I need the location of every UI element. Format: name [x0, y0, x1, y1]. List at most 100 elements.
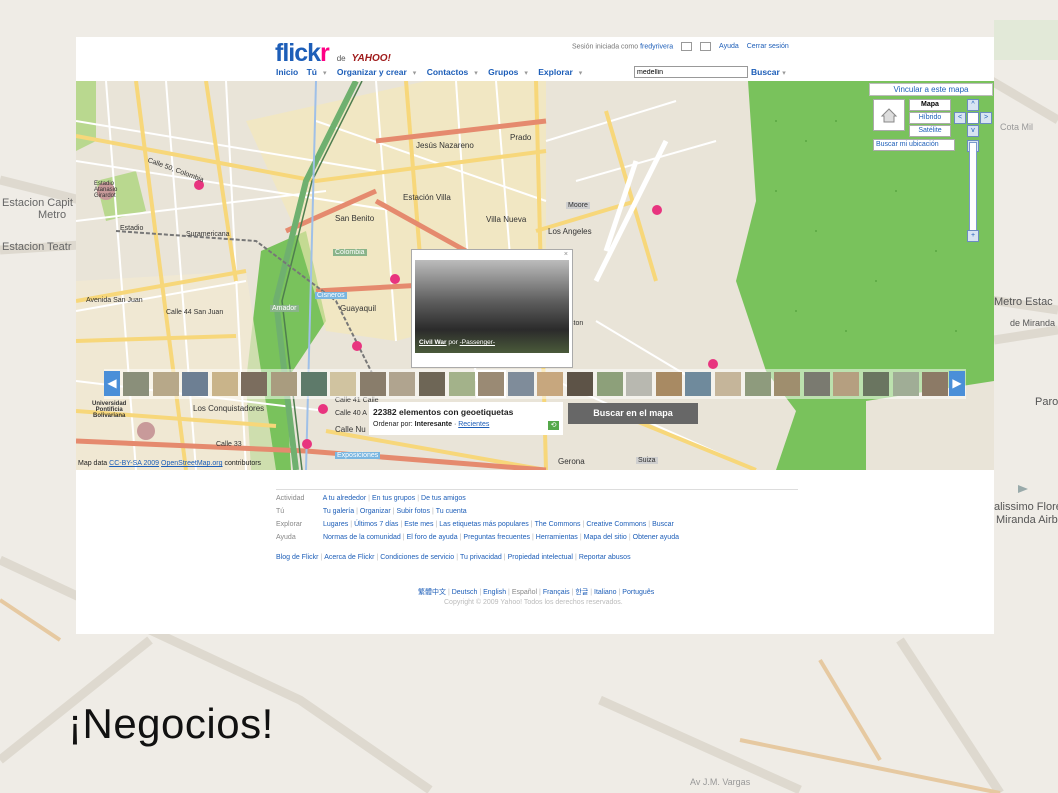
recent-link[interactable]: Recientes — [458, 421, 489, 428]
footer-link[interactable]: Buscar — [652, 521, 674, 528]
filmstrip-thumb[interactable] — [863, 372, 889, 396]
flickr-logo[interactable]: flickr de YAHOO! — [275, 39, 391, 68]
close-icon[interactable]: × — [564, 251, 568, 258]
filmstrip-thumb[interactable] — [744, 372, 771, 396]
footer-link[interactable]: Tu privacidad — [460, 554, 502, 561]
nav-organizar[interactable]: Organizar y crear — [337, 67, 407, 77]
filmstrip-thumb[interactable] — [685, 372, 712, 396]
language-link[interactable]: English — [483, 589, 506, 596]
filmstrip-prev-icon[interactable]: ◀ — [104, 371, 120, 396]
nav-tu[interactable]: Tú — [307, 67, 317, 77]
zoom-in-icon[interactable]: + — [967, 230, 979, 242]
zoom-slider[interactable] — [969, 142, 977, 239]
language-link[interactable]: Français — [543, 589, 570, 596]
chevron-down-icon[interactable]: ▾ — [474, 70, 478, 77]
cart-icon[interactable] — [681, 42, 693, 51]
footer-link[interactable]: Lugares — [323, 521, 348, 528]
footer-link[interactable]: Organizar — [360, 508, 391, 515]
filmstrip-thumb[interactable] — [892, 372, 919, 396]
filmstrip-thumb[interactable] — [300, 372, 327, 396]
filmstrip-thumb[interactable] — [715, 372, 741, 396]
footer-link[interactable]: Este mes — [404, 521, 433, 528]
filmstrip-thumb[interactable] — [922, 372, 949, 396]
refresh-icon[interactable]: ⟲ — [548, 421, 559, 430]
filmstrip-thumb[interactable] — [419, 372, 445, 396]
footer-link[interactable]: Mapa del sitio — [584, 534, 627, 541]
filmstrip-thumb[interactable] — [774, 372, 801, 396]
maptype-satellite[interactable]: Satélite — [909, 125, 951, 137]
language-link[interactable]: 한글 — [575, 589, 588, 596]
pan-left-icon[interactable]: < — [954, 112, 966, 124]
map-pin[interactable] — [708, 359, 718, 369]
language-link[interactable]: 繁體中文 — [418, 589, 446, 596]
map-view[interactable]: Prado Jesús Nazareno Estación Villa San … — [76, 81, 994, 470]
footer-link[interactable]: Preguntas frecuentes — [463, 534, 530, 541]
nav-explorar[interactable]: Explorar — [538, 67, 573, 77]
photo-title-link[interactable]: Civil War — [419, 339, 447, 346]
nav-contactos[interactable]: Contactos — [427, 67, 469, 77]
filmstrip-thumb[interactable] — [476, 370, 507, 398]
footer-link[interactable]: Propiedad intelectual — [508, 554, 573, 561]
osm-link[interactable]: OpenStreetMap.org — [161, 460, 222, 467]
filmstrip-thumb[interactable] — [389, 372, 416, 396]
filmstrip-thumb[interactable] — [330, 372, 357, 396]
pan-right-icon[interactable]: > — [980, 112, 992, 124]
help-link[interactable]: Ayuda — [719, 43, 739, 50]
filmstrip-thumb[interactable] — [123, 372, 149, 396]
map-pin[interactable] — [302, 439, 312, 449]
filmstrip-thumb[interactable] — [537, 372, 564, 396]
maptype-hybrid[interactable]: Híbrido — [909, 112, 951, 124]
footer-link[interactable]: The Commons — [535, 521, 581, 528]
pan-down-icon[interactable]: v — [967, 125, 979, 137]
footer-link[interactable]: Blog de Flickr — [276, 554, 318, 561]
nav-inicio[interactable]: Inicio — [276, 67, 298, 77]
filmstrip-thumb[interactable] — [271, 372, 297, 396]
search-input[interactable] — [634, 66, 748, 78]
photo-popup[interactable]: × Civil War por -Passenger- — [411, 249, 573, 368]
license-link[interactable]: CC-BY-SA 2009 — [109, 460, 159, 467]
footer-link[interactable]: Herramientas — [536, 534, 578, 541]
language-link[interactable]: Italiano — [594, 589, 617, 596]
filmstrip-thumb[interactable] — [448, 372, 475, 396]
filmstrip-thumb[interactable] — [833, 372, 860, 396]
map-pin[interactable] — [352, 341, 362, 351]
filmstrip-thumb[interactable] — [803, 372, 830, 396]
filmstrip-thumb[interactable] — [241, 372, 268, 396]
filmstrip-thumb[interactable] — [596, 372, 623, 396]
logout-link[interactable]: Cerrar sesión — [747, 43, 789, 50]
map-pin[interactable] — [318, 404, 328, 414]
chevron-down-icon[interactable]: ▾ — [524, 70, 528, 77]
footer-link[interactable]: En tus grupos — [372, 495, 415, 502]
pan-center-icon[interactable] — [967, 112, 979, 124]
chevron-down-icon[interactable]: ▾ — [579, 70, 583, 77]
username-link[interactable]: fredyrivera — [640, 43, 673, 50]
map-pin[interactable] — [390, 274, 400, 284]
chevron-down-icon[interactable]: ▾ — [323, 70, 327, 77]
home-button[interactable] — [873, 99, 905, 131]
footer-link[interactable]: Creative Commons — [586, 521, 646, 528]
filmstrip-thumb[interactable] — [626, 372, 653, 396]
footer-link[interactable]: Las etiquetas más populares — [439, 521, 529, 528]
footer-link[interactable]: Condiciones de servicio — [380, 554, 454, 561]
footer-link[interactable]: El foro de ayuda — [407, 534, 458, 541]
language-link[interactable]: Deutsch — [452, 589, 478, 596]
filmstrip-thumb[interactable] — [152, 372, 179, 396]
chevron-down-icon[interactable]: ▾ — [413, 70, 417, 77]
filmstrip-thumb[interactable] — [507, 372, 534, 396]
pan-up-icon[interactable]: ^ — [967, 99, 979, 111]
footer-link[interactable]: Reportar abusos — [579, 554, 631, 561]
footer-link[interactable]: De tus amigos — [421, 495, 466, 502]
footer-link[interactable]: Obtener ayuda — [633, 534, 679, 541]
filmstrip-thumb[interactable] — [211, 372, 238, 396]
maptype-map[interactable]: Mapa — [909, 99, 951, 111]
photo-author-link[interactable]: -Passenger- — [460, 339, 495, 346]
footer-link[interactable]: A tu alrededor — [323, 495, 367, 502]
find-location-button[interactable]: Buscar mi ubicación — [873, 139, 955, 151]
footer-link[interactable]: Tu cuenta — [436, 508, 467, 515]
map-pin[interactable] — [652, 205, 662, 215]
footer-link[interactable]: Normas de la comunidad — [323, 534, 401, 541]
search-map-button[interactable]: Buscar en el mapa — [568, 403, 698, 424]
filmstrip-next-icon[interactable]: ▶ — [949, 371, 965, 396]
nav-grupos[interactable]: Grupos — [488, 67, 518, 77]
footer-link[interactable]: Últimos 7 días — [354, 521, 398, 528]
